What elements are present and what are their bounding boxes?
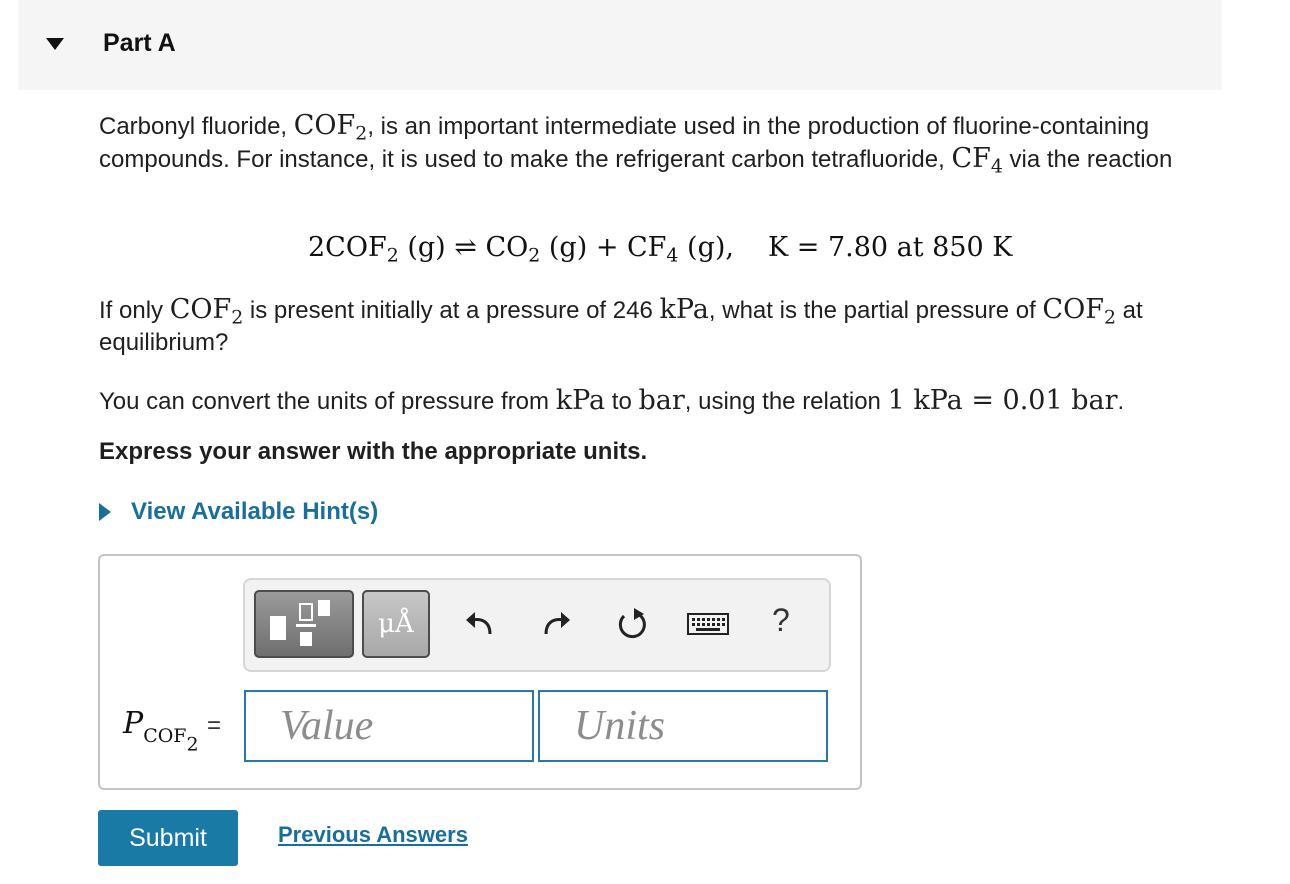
units-button[interactable]: μÅ	[362, 590, 430, 658]
question-paragraph-2: If only COF2 is present initially at a p…	[99, 294, 1143, 356]
pressure-label: PCOF2	[123, 706, 199, 756]
value-input[interactable]	[244, 690, 534, 762]
collapse-triangle-icon[interactable]	[46, 38, 64, 50]
answer-instruction: Express your answer with the appropriate…	[99, 438, 648, 465]
equals-sign: =	[207, 712, 222, 739]
reset-icon[interactable]	[614, 606, 650, 642]
question-paragraph-1: Carbonyl fluoride, COF2, is an important…	[99, 110, 1173, 178]
keyboard-icon[interactable]	[686, 606, 730, 642]
reaction-equation: 2COF2 (g) ⇌ CO2 (g) + CF4 (g), K = 7.80 a…	[308, 232, 1013, 267]
units-input[interactable]	[538, 690, 828, 762]
submit-button[interactable]: Submit	[98, 810, 238, 866]
previous-answers-link[interactable]: Previous Answers	[278, 822, 468, 848]
redo-icon[interactable]	[538, 606, 574, 642]
undo-icon[interactable]	[462, 606, 498, 642]
templates-icon	[270, 600, 330, 646]
templates-button[interactable]	[254, 590, 354, 658]
hint-expand-icon[interactable]	[99, 503, 111, 521]
part-title: Part A	[103, 29, 176, 57]
part-header[interactable]	[18, 0, 1222, 90]
question-paragraph-3: You can convert the units of pressure fr…	[99, 385, 1125, 416]
help-button[interactable]: ?	[772, 602, 790, 639]
view-hints-link[interactable]: View Available Hint(s)	[131, 498, 378, 526]
